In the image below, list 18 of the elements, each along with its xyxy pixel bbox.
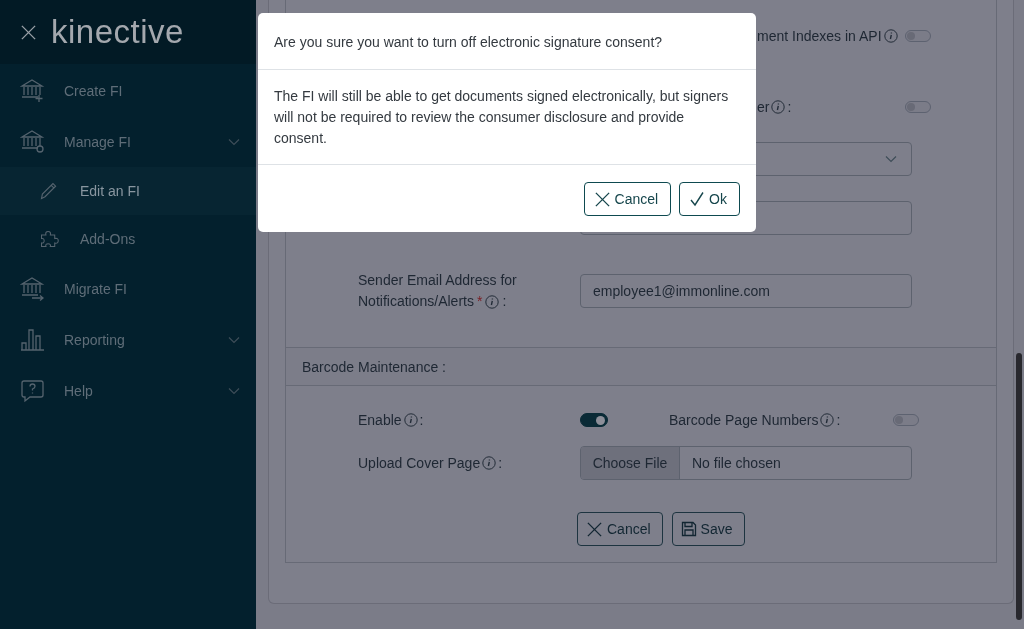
file-status: No file chosen [691, 455, 781, 471]
field-label: ment Indexes in API [757, 28, 882, 44]
colon: : [502, 292, 507, 311]
dialog-title: Are you sure you want to turn off electronic signature consent? [258, 13, 756, 70]
field-label: Notifications/Alerts [358, 292, 474, 311]
field-label: er [757, 99, 770, 115]
colon: : [498, 455, 503, 471]
colon: : [836, 412, 841, 428]
colon: : [787, 99, 792, 115]
colon: : [419, 412, 424, 428]
dialog-message: The FI will still be able to get documents signed electronically, but signers will not be required to review the consumer disclosure and provide consent. [258, 70, 756, 165]
section-header: Barcode Maintenance : [286, 347, 996, 386]
field-label: Sender Email Address for [358, 271, 517, 290]
kinective-logo: kinective [51, 13, 184, 51]
required-mark: * [476, 292, 483, 311]
field-label: Upload Cover Page [358, 455, 481, 471]
field-label: Enable [358, 412, 402, 428]
field-label: Barcode Page Numbers [669, 412, 819, 428]
